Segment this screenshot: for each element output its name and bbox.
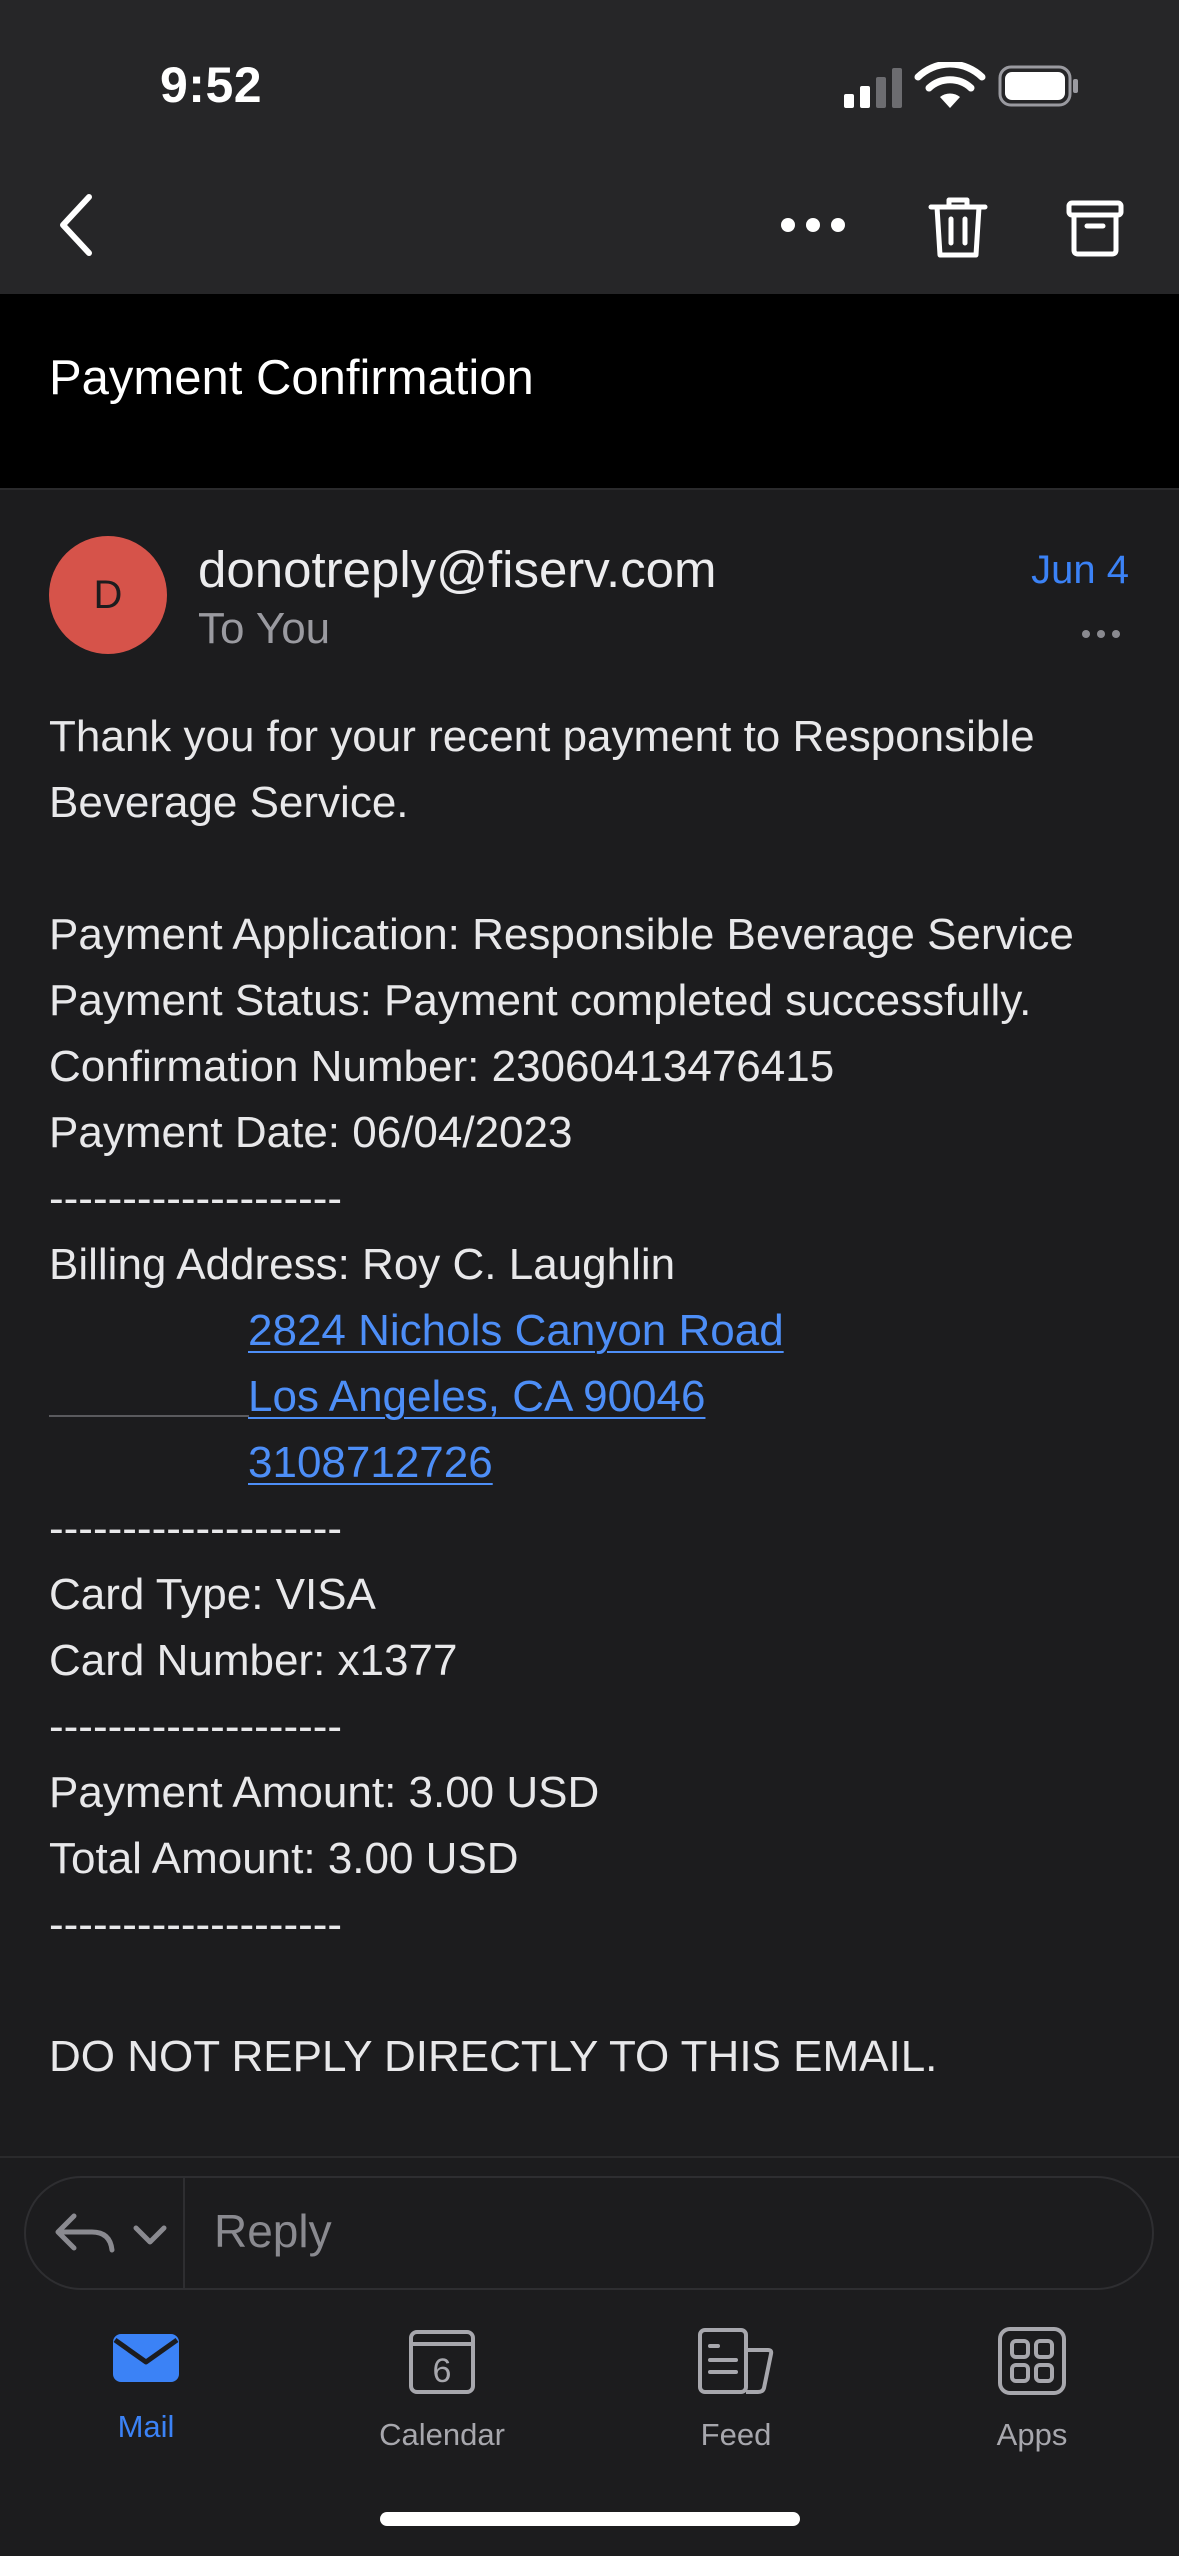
payment-application: Payment Application: Responsible Beverag… xyxy=(49,910,1074,959)
address-divider xyxy=(49,1415,249,1417)
avatar[interactable]: D xyxy=(49,536,167,654)
billing-address-label: Billing Address: Roy C. Laughlin xyxy=(49,1240,676,1289)
delete-button[interactable] xyxy=(918,188,998,268)
more-horizontal-icon xyxy=(1082,630,1120,638)
chevron-left-icon xyxy=(60,194,92,256)
email-body: Thank you for your recent payment to Res… xyxy=(49,704,1139,2090)
top-bar xyxy=(0,0,1179,294)
reply-divider xyxy=(183,2178,185,2288)
confirmation-number: Confirmation Number: 23060413476415 xyxy=(49,1042,835,1091)
address-line1-link[interactable]: 2824 Nichols Canyon Road xyxy=(248,1306,784,1355)
payment-amount: Payment Amount: 3.00 USD xyxy=(49,1768,600,1817)
card-number: Card Number: x1377 xyxy=(49,1636,458,1685)
sender-address[interactable]: donotreply@fiserv.com xyxy=(198,540,717,599)
reply-arrow-icon xyxy=(55,2213,167,2253)
tab-mail[interactable]: Mail xyxy=(56,2326,236,2445)
archive-icon xyxy=(1066,200,1124,257)
email-subject: Payment Confirmation xyxy=(49,351,534,405)
payment-status: Payment Status: Payment completed succes… xyxy=(49,976,1032,1025)
separator: -------------------- xyxy=(49,1900,343,1949)
reply-options-button[interactable] xyxy=(52,2206,172,2267)
more-horizontal-icon xyxy=(781,218,845,232)
back-button[interactable] xyxy=(40,180,110,270)
recipient-label[interactable]: To You xyxy=(198,604,330,654)
signal-wifi-battery-icon xyxy=(844,60,1078,108)
feed-icon xyxy=(698,2328,774,2394)
body-line: Beverage Service. xyxy=(49,778,409,827)
message-more-button[interactable] xyxy=(1080,622,1122,646)
no-reply-notice: DO NOT REPLY DIRECTLY TO THIS EMAIL. xyxy=(49,2032,938,2081)
separator: -------------------- xyxy=(49,1702,343,1751)
archive-button[interactable] xyxy=(1055,188,1135,268)
reply-input[interactable]: Reply xyxy=(214,2204,332,2258)
status-icons xyxy=(840,60,1080,112)
tab-label: Mail xyxy=(117,2409,175,2444)
body-line: Thank you for your recent payment to Res… xyxy=(49,712,1035,761)
calendar-day-badge: 6 xyxy=(433,2352,452,2390)
separator: -------------------- xyxy=(49,1174,343,1223)
more-button[interactable] xyxy=(770,190,856,260)
mail-icon xyxy=(113,2334,179,2382)
email-date: Jun 4 xyxy=(1031,548,1129,592)
tab-apps[interactable]: Apps xyxy=(942,2326,1122,2453)
status-time: 9:52 xyxy=(160,57,263,113)
home-indicator[interactable] xyxy=(380,2512,800,2526)
phone-link[interactable]: 3108712726 xyxy=(248,1438,493,1487)
tab-feed[interactable]: Feed xyxy=(646,2326,826,2453)
payment-date: Payment Date: 06/04/2023 xyxy=(49,1108,573,1157)
total-amount: Total Amount: 3.00 USD xyxy=(49,1834,519,1883)
separator: -------------------- xyxy=(49,1504,343,1553)
tab-calendar[interactable]: 6 Calendar xyxy=(352,2326,532,2453)
address-line2-link[interactable]: Los Angeles, CA 90046 xyxy=(248,1372,705,1421)
card-type: Card Type: VISA xyxy=(49,1570,376,1619)
apps-grid-icon xyxy=(998,2327,1066,2395)
reply-bar[interactable] xyxy=(24,2176,1154,2290)
calendar-icon: 6 xyxy=(409,2330,475,2394)
tab-label: Calendar xyxy=(379,2417,505,2452)
chevron-down-icon xyxy=(133,2225,167,2245)
trash-icon xyxy=(928,197,988,258)
tab-label: Feed xyxy=(700,2417,772,2452)
tab-label: Apps xyxy=(996,2417,1068,2452)
